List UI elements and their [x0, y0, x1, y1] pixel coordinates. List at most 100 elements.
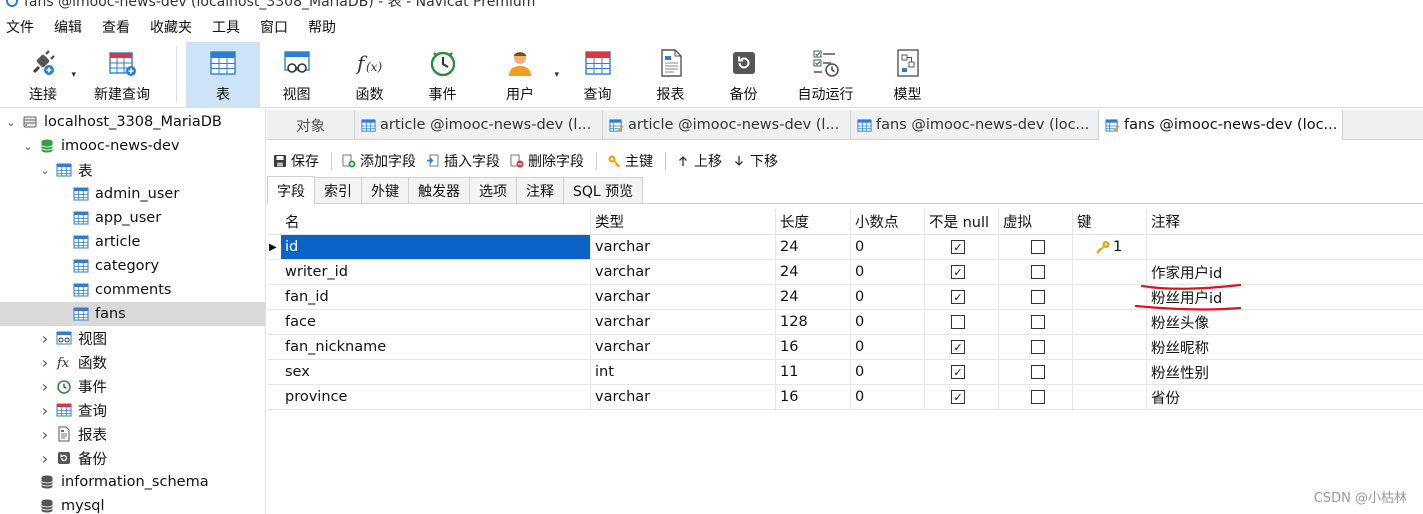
- tree-item[interactable]: mysql: [0, 494, 265, 514]
- field-decimals-cell[interactable]: 0: [851, 285, 925, 309]
- tree-item[interactable]: admin_user: [0, 182, 265, 206]
- subtab-2[interactable]: 外键: [362, 177, 409, 203]
- not-null-checkbox[interactable]: ✓: [951, 290, 965, 304]
- table-row[interactable]: ▶ id varchar 24 0 ✓ 1: [267, 235, 1423, 260]
- key-cell[interactable]: 1: [1073, 235, 1147, 259]
- header-length[interactable]: 长度: [776, 209, 851, 234]
- subtab-4[interactable]: 选项: [470, 177, 517, 203]
- chevron-right-icon[interactable]: ›: [38, 353, 52, 372]
- table-row[interactable]: province varchar 16 0 ✓ 省份: [267, 385, 1423, 410]
- field-type-cell[interactable]: varchar: [591, 385, 776, 409]
- tree-item[interactable]: › fx 函数: [0, 350, 265, 374]
- field-decimals-cell[interactable]: 0: [851, 385, 925, 409]
- field-comment-cell[interactable]: 作家用户id: [1147, 260, 1423, 284]
- menu-item-1[interactable]: 编辑: [54, 17, 96, 37]
- tree-item[interactable]: fans: [0, 302, 265, 326]
- delete-field-button[interactable]: 删除字段: [510, 151, 584, 171]
- tree-item[interactable]: article: [0, 230, 265, 254]
- toolbar-view-button[interactable]: 视图: [260, 42, 333, 108]
- field-type-cell[interactable]: varchar: [591, 310, 776, 334]
- document-tab[interactable]: article @imooc-news-dev (l...: [603, 110, 851, 140]
- field-comment-cell[interactable]: 粉丝头像: [1147, 310, 1423, 334]
- field-type-cell[interactable]: varchar: [591, 235, 776, 259]
- virtual-checkbox[interactable]: [1031, 240, 1045, 254]
- toolbar-query-button[interactable]: 查询: [561, 42, 634, 108]
- field-decimals-cell[interactable]: 0: [851, 360, 925, 384]
- virtual-checkbox[interactable]: [1031, 290, 1045, 304]
- header-virtual[interactable]: 虚拟: [999, 209, 1073, 234]
- header-name[interactable]: 名: [281, 209, 591, 234]
- tree-item[interactable]: › 视图: [0, 326, 265, 350]
- header-comment[interactable]: 注释: [1147, 209, 1423, 234]
- header-not-null[interactable]: 不是 null: [925, 209, 999, 234]
- toolbar-model-button[interactable]: 模型: [871, 42, 944, 108]
- field-type-cell[interactable]: int: [591, 360, 776, 384]
- chevron-right-icon[interactable]: ›: [38, 449, 52, 468]
- field-length-cell[interactable]: 24: [776, 235, 851, 259]
- menu-item-4[interactable]: 工具: [212, 17, 254, 37]
- dropdown-arrow-icon[interactable]: ▾: [554, 70, 559, 80]
- subtab-5[interactable]: 注释: [517, 177, 564, 203]
- tree-item[interactable]: comments: [0, 278, 265, 302]
- subtab-3[interactable]: 触发器: [409, 177, 470, 203]
- document-tab[interactable]: fans @imooc-news-dev (loc...: [1099, 110, 1343, 140]
- not-null-checkbox[interactable]: ✓: [951, 240, 965, 254]
- field-comment-cell[interactable]: 省份: [1147, 385, 1423, 409]
- menu-item-3[interactable]: 收藏夹: [150, 17, 206, 37]
- tree-item[interactable]: › 查询: [0, 398, 265, 422]
- key-cell[interactable]: [1073, 335, 1147, 359]
- key-cell[interactable]: [1073, 360, 1147, 384]
- insert-field-button[interactable]: 插入字段: [426, 151, 500, 171]
- table-row[interactable]: fan_nickname varchar 16 0 ✓ 粉丝昵称: [267, 335, 1423, 360]
- toolbar-report-button[interactable]: 报表: [634, 42, 707, 108]
- tree-item[interactable]: category: [0, 254, 265, 278]
- document-tab[interactable]: article @imooc-news-dev (l...: [355, 110, 603, 140]
- move-down-button[interactable]: 下移: [732, 151, 778, 171]
- chevron-right-icon[interactable]: ›: [38, 329, 52, 348]
- field-name-cell[interactable]: fan_id: [281, 285, 591, 309]
- header-type[interactable]: 类型: [591, 209, 776, 234]
- field-name-cell[interactable]: province: [281, 385, 591, 409]
- field-decimals-cell[interactable]: 0: [851, 310, 925, 334]
- table-row[interactable]: writer_id varchar 24 0 ✓ 作家用户id: [267, 260, 1423, 285]
- tree-item[interactable]: ⌄ imooc-news-dev: [0, 134, 265, 158]
- field-type-cell[interactable]: varchar: [591, 260, 776, 284]
- field-length-cell[interactable]: 128: [776, 310, 851, 334]
- tree-item[interactable]: ⌄ localhost_3308_MariaDB: [0, 110, 265, 134]
- chevron-down-icon[interactable]: ⌄: [38, 164, 52, 177]
- field-length-cell[interactable]: 16: [776, 385, 851, 409]
- add-field-button[interactable]: 添加字段: [342, 151, 416, 171]
- dropdown-arrow-icon[interactable]: ▾: [71, 70, 76, 80]
- menu-item-6[interactable]: 帮助: [308, 17, 350, 37]
- field-name-cell[interactable]: writer_id: [281, 260, 591, 284]
- chevron-right-icon[interactable]: ›: [38, 401, 52, 420]
- field-type-cell[interactable]: varchar: [591, 285, 776, 309]
- chevron-down-icon[interactable]: ⌄: [4, 116, 18, 129]
- virtual-checkbox[interactable]: [1031, 365, 1045, 379]
- move-up-button[interactable]: 上移: [676, 151, 722, 171]
- field-decimals-cell[interactable]: 0: [851, 335, 925, 359]
- table-row[interactable]: fan_id varchar 24 0 ✓ 粉丝用户id: [267, 285, 1423, 310]
- not-null-checkbox[interactable]: ✓: [951, 365, 965, 379]
- header-decimals[interactable]: 小数点: [851, 209, 925, 234]
- field-name-cell[interactable]: face: [281, 310, 591, 334]
- toolbar-backup-button[interactable]: 备份: [707, 42, 780, 108]
- table-row[interactable]: sex int 11 0 ✓ 粉丝性别: [267, 360, 1423, 385]
- not-null-checkbox[interactable]: ✓: [951, 390, 965, 404]
- not-null-checkbox[interactable]: ✓: [951, 340, 965, 354]
- field-comment-cell[interactable]: [1147, 235, 1423, 259]
- virtual-checkbox[interactable]: [1031, 340, 1045, 354]
- toolbar-clock-button[interactable]: 事件: [406, 42, 479, 108]
- field-length-cell[interactable]: 16: [776, 335, 851, 359]
- document-tab[interactable]: fans @imooc-news-dev (loc...: [851, 110, 1099, 140]
- virtual-checkbox[interactable]: [1031, 390, 1045, 404]
- tree-item[interactable]: app_user: [0, 206, 265, 230]
- field-decimals-cell[interactable]: 0: [851, 260, 925, 284]
- field-name-cell[interactable]: id: [281, 235, 591, 259]
- virtual-checkbox[interactable]: [1031, 265, 1045, 279]
- chevron-right-icon[interactable]: ›: [38, 377, 52, 396]
- field-comment-cell[interactable]: 粉丝昵称: [1147, 335, 1423, 359]
- header-key[interactable]: 键: [1073, 209, 1147, 234]
- toolbar-plug-button[interactable]: 连接 ▾: [8, 42, 78, 108]
- toolbar-new-query-button[interactable]: 新建查询: [78, 42, 166, 108]
